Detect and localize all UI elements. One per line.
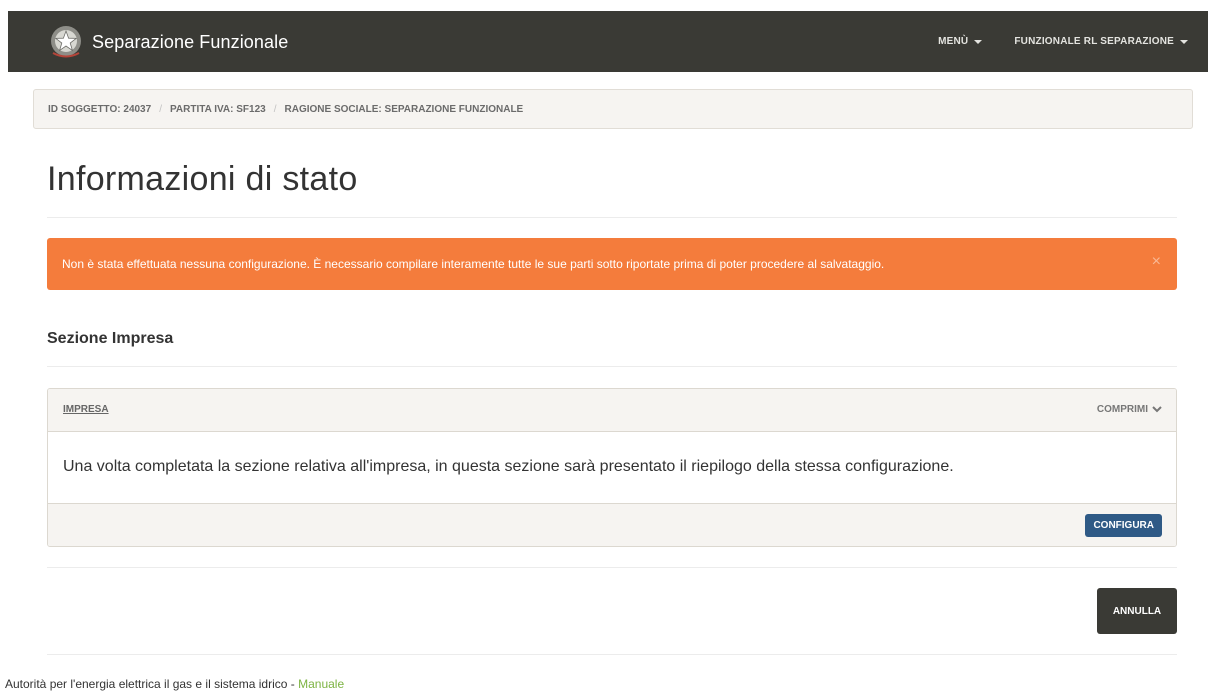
- breadcrumb-item-company: RAGIONE SOCIALE: SEPARAZIONE FUNZIONALE: [284, 103, 524, 115]
- chevron-down-icon: [1152, 406, 1162, 413]
- panel-title-link[interactable]: IMPRESA: [63, 404, 109, 415]
- brand-link[interactable]: Separazione Funzionale: [48, 24, 288, 60]
- emblem-icon: [51, 26, 81, 58]
- breadcrumb: ID SOGGETTO: 24037 / PARTITA IVA: SF123 …: [33, 89, 1193, 129]
- page-title: Informazioni di stato: [47, 160, 358, 198]
- section-title: Sezione Impresa: [47, 330, 174, 347]
- nav-menu-label: MENÙ: [938, 36, 969, 47]
- panel-footer: CONFIGURA: [48, 503, 1176, 546]
- alert-message: Non è stata effettuata nessuna configura…: [62, 257, 885, 271]
- footer: Autorità per l'energia elettrica il gas …: [5, 677, 344, 691]
- breadcrumb-item-vat: PARTITA IVA: SF123: [169, 103, 266, 115]
- section-divider: [47, 366, 1177, 367]
- nav-menu: MENÙ FUNZIONALE RL SEPARAZIONE: [906, 11, 1188, 72]
- warning-alert: Non è stata effettuata nessuna configura…: [47, 238, 1177, 290]
- actions-divider: [47, 567, 1177, 568]
- title-divider: [47, 217, 1177, 218]
- caret-down-icon: [974, 39, 983, 44]
- manual-link[interactable]: Manuale: [298, 677, 344, 691]
- breadcrumb-separator: /: [273, 103, 277, 115]
- collapse-label: COMPRIMI: [1096, 404, 1148, 415]
- breadcrumb-separator: /: [159, 103, 162, 115]
- panel-header: IMPRESA COMPRIMI: [48, 389, 1176, 432]
- nav-user-label: FUNZIONALE RL SEPARAZIONE: [1014, 36, 1174, 47]
- nav-user-dropdown[interactable]: FUNZIONALE RL SEPARAZIONE: [1014, 36, 1188, 47]
- caret-down-icon: [1180, 39, 1188, 44]
- panel-body-text: Una volta completata la sezione relativa…: [63, 458, 954, 475]
- collapse-toggle[interactable]: COMPRIMI: [1097, 404, 1162, 415]
- brand-title: Separazione Funzionale: [92, 31, 289, 52]
- footer-divider: [47, 654, 1177, 655]
- footer-text: Autorità per l'energia elettrica il gas …: [5, 677, 299, 691]
- breadcrumb-item-id: ID SOGGETTO: 24037: [48, 103, 152, 115]
- configure-button[interactable]: CONFIGURA: [1085, 514, 1162, 537]
- impresa-panel: IMPRESA COMPRIMI Una volta completata la…: [47, 388, 1177, 547]
- nav-menu-dropdown[interactable]: MENÙ: [938, 36, 983, 47]
- close-icon[interactable]: ×: [1152, 254, 1161, 270]
- top-navbar: Separazione Funzionale MENÙ FUNZIONALE R…: [8, 11, 1208, 72]
- cancel-button[interactable]: ANNULLA: [1097, 588, 1177, 634]
